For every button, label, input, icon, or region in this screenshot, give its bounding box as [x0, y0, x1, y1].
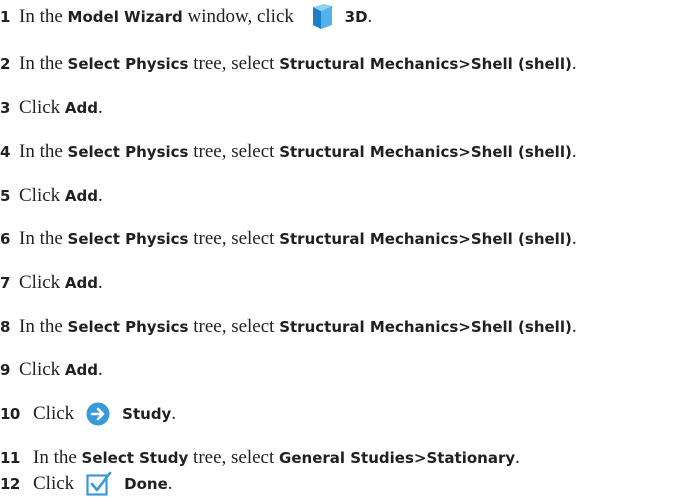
- step-5: 5 Click Add .: [0, 181, 103, 211]
- step-number: 7: [0, 274, 10, 292]
- step-text: .: [98, 185, 103, 206]
- step-2: 2 In the Select Physics tree, select Str…: [0, 49, 577, 79]
- step-text: tree, select: [188, 447, 280, 468]
- step-text: In the: [19, 228, 68, 249]
- cube-3d-icon: [311, 4, 333, 30]
- step-10: 10 Click Study .: [0, 399, 176, 429]
- step-text: In the: [19, 53, 68, 74]
- step-text: Click: [19, 97, 65, 118]
- step-7: 7 Click Add .: [0, 268, 103, 298]
- ui-term: Select Physics: [67, 55, 189, 73]
- step-number: 9: [0, 361, 10, 379]
- step-number: 3: [0, 99, 10, 117]
- step-text: .: [515, 447, 520, 468]
- step-text: .: [167, 473, 173, 494]
- step-text: tree, select: [188, 141, 280, 162]
- step-number: 1: [0, 8, 10, 26]
- step-text: .: [171, 403, 177, 424]
- step-text: Click: [19, 272, 65, 293]
- step-text: .: [367, 6, 373, 27]
- ui-term: Model Wizard: [67, 8, 183, 26]
- step-4: 4 In the Select Physics tree, select Str…: [0, 137, 577, 167]
- step-text: In the: [19, 141, 68, 162]
- ui-term: Select Physics: [67, 230, 189, 248]
- ui-term: Structural Mechanics>Shell (shell): [279, 230, 572, 248]
- step-3: 3 Click Add .: [0, 93, 103, 123]
- ui-term: Add: [64, 361, 99, 379]
- ui-term: Structural Mechanics>Shell (shell): [279, 318, 572, 336]
- ui-term: Structural Mechanics>Shell (shell): [279, 143, 572, 161]
- step-number: 8: [0, 318, 10, 336]
- step-text: .: [571, 228, 577, 249]
- step-text: Click: [33, 403, 75, 424]
- step-text: In the: [19, 316, 68, 337]
- step-number: 12: [0, 475, 20, 493]
- step-text: .: [571, 141, 577, 162]
- step-number: 5: [0, 187, 10, 205]
- step-text: window, click: [182, 6, 299, 27]
- ui-term: Add: [64, 99, 99, 117]
- step-number: 2: [0, 55, 10, 73]
- step-text: tree, select: [188, 53, 280, 74]
- ui-term: Done: [124, 475, 168, 493]
- step-text: .: [98, 272, 103, 293]
- step-number: 6: [0, 230, 10, 248]
- checkbox-done-icon: [86, 471, 112, 497]
- step-text: .: [571, 316, 577, 337]
- step-text: .: [571, 53, 577, 74]
- ui-term: 3D: [344, 8, 368, 26]
- ui-term: Add: [64, 187, 99, 205]
- ui-term: General Studies>Stationary: [279, 449, 516, 467]
- step-9: 9 Click Add .: [0, 355, 103, 385]
- step-text: .: [98, 359, 103, 380]
- step-number: 4: [0, 143, 10, 161]
- step-12: 12 Click Done .: [0, 469, 173, 499]
- step-number: 10: [0, 405, 20, 423]
- ui-term: Select Physics: [67, 318, 189, 336]
- ui-term: Study: [122, 405, 172, 423]
- step-6: 6 In the Select Physics tree, select Str…: [0, 224, 577, 254]
- ui-term: Add: [64, 274, 99, 292]
- arrow-right-circle-icon: [86, 402, 110, 426]
- step-text: tree, select: [188, 228, 280, 249]
- step-text: tree, select: [188, 316, 280, 337]
- step-8: 8 In the Select Physics tree, select Str…: [0, 312, 577, 342]
- ui-term: Select Physics: [67, 143, 189, 161]
- ui-term: Structural Mechanics>Shell (shell): [279, 55, 572, 73]
- step-text: Click: [33, 473, 75, 494]
- step-1: 1 In the Model Wizard window, click 3D .: [0, 2, 372, 32]
- step-text: Click: [19, 359, 65, 380]
- step-text: Click: [19, 185, 65, 206]
- step-text: .: [98, 97, 103, 118]
- step-text: In the: [19, 6, 68, 27]
